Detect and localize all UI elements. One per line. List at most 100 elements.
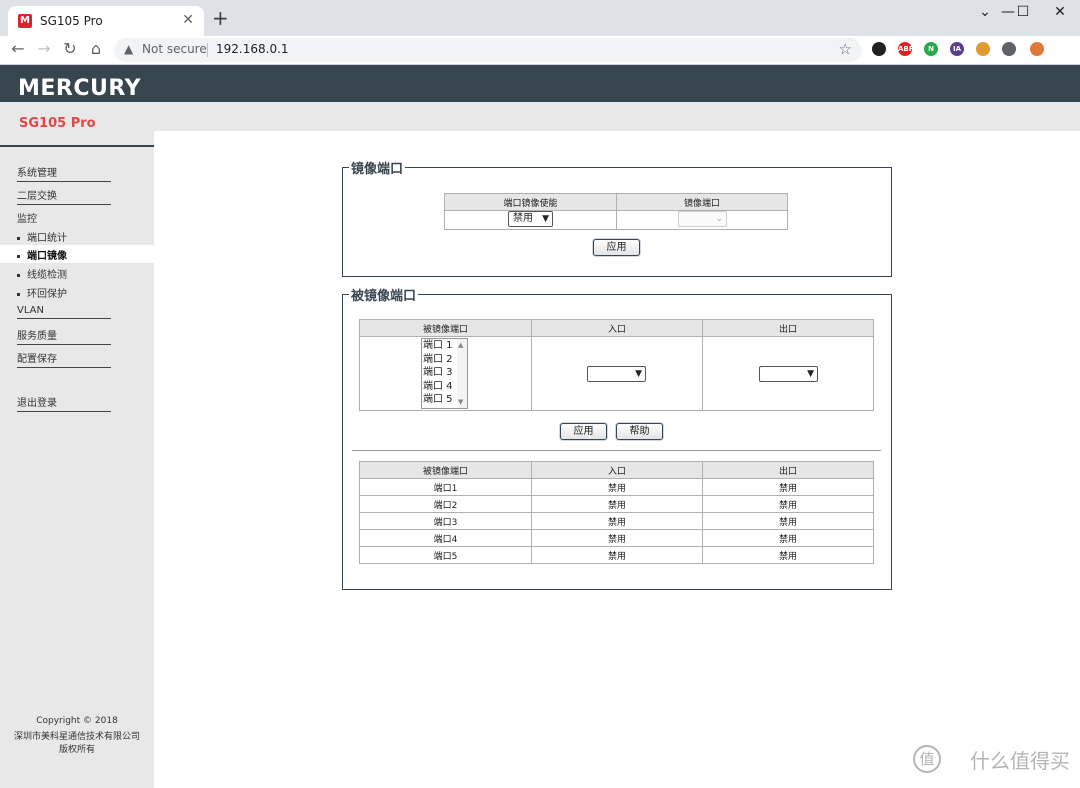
sidebar-item-monitor[interactable]: 监控 [17,210,37,225]
browser-tab-bar: M SG105 Pro ✕ + ⌄ — ☐ ✕ [0,0,1080,36]
ingress-select[interactable]: ▼ [587,366,646,382]
model-bar [0,102,1080,131]
close-window-icon[interactable]: ✕ [1045,4,1075,20]
model-name: SG105 Pro [19,116,96,131]
chevron-down-icon: ▼ [542,214,549,224]
sidebar-item-port-mirror[interactable]: 端口镜像 [17,247,67,262]
bullet-icon [17,292,20,296]
tab-favicon-icon: M [18,14,32,28]
separator [207,43,208,57]
mirror-port-table: 端口镜像使能 镜像端口 [444,193,788,230]
summary-egress-cell: 禁用 [702,546,874,564]
sidebar-item-l2-switching[interactable]: 二层交换 [17,187,111,205]
bullet-icon [17,273,20,277]
summary-col-ingress: 入口 [531,461,703,479]
scroll-down-icon[interactable]: ▼ [458,398,463,406]
sidebar-item-qos[interactable]: 服务质量 [17,327,111,345]
table-row: 端口5 禁用 禁用 [359,546,874,564]
summary-port-cell: 端口2 [359,495,532,513]
summary-egress-cell: 禁用 [702,512,874,530]
sidebar-divider [0,145,154,147]
watermark-logo-icon: 值 [913,745,941,773]
mirror-apply-button[interactable]: 应用 [593,239,640,256]
help-button[interactable]: 帮助 [616,423,663,440]
tab-title: SG105 Pro [40,14,103,28]
egress-select[interactable]: ▼ [759,366,818,382]
section-divider [352,450,881,451]
summary-ingress-cell: 禁用 [531,529,703,547]
warning-icon[interactable]: ▲ [124,42,133,56]
sidebar-item-cable-test[interactable]: 线缆检测 [17,266,67,281]
summary-ingress-cell: 禁用 [531,546,703,564]
mirror-port-select[interactable]: ⌄ [678,211,727,227]
summary-port-cell: 端口4 [359,529,532,547]
summary-ingress-cell: 禁用 [531,495,703,513]
col-mirror-port: 镜像端口 [616,193,788,211]
col-mirrored-port: 被镜像端口 [359,319,532,337]
col-mirror-enable: 端口镜像使能 [444,193,617,211]
browser-tab[interactable]: M SG105 Pro ✕ [8,6,204,36]
summary-body: 端口1 禁用 禁用 端口2 禁用 禁用 端口3 禁用 禁用 端口4 禁用 禁用 端口5 禁用 禁用 [359,478,874,564]
ext-ia-icon[interactable]: IA [950,42,964,56]
tab-close-icon[interactable]: ✕ [182,12,194,28]
copyright-line: Copyright © 2018 [36,716,118,726]
col-egress: 出口 [702,319,874,337]
summary-col-egress: 出口 [702,461,874,479]
sidebar-item-logout[interactable]: 退出登录 [17,394,111,412]
sidebar-item-system[interactable]: 系统管理 [17,164,111,182]
chevron-down-icon: ⌄ [715,214,723,224]
summary-egress-cell: 禁用 [702,495,874,513]
sidebar-item-label: 环回保护 [27,289,67,300]
table-row: 端口2 禁用 禁用 [359,495,874,513]
bullet-icon [17,236,20,240]
summary-col-port: 被镜像端口 [359,461,532,479]
url-text[interactable]: 192.168.0.1 [216,42,289,56]
sidebar-item-loop-protection[interactable]: 环回保护 [17,285,67,300]
mirror-enable-select[interactable]: 禁用 ▼ [508,211,553,227]
table-row: 端口1 禁用 禁用 [359,478,874,496]
sidebar-item-label: 端口统计 [27,233,67,244]
forward-icon[interactable]: → [34,39,54,58]
back-icon[interactable]: ← [8,39,28,58]
sidebar-item-vlan[interactable]: VLAN [17,305,111,319]
table-row: 端口3 禁用 禁用 [359,512,874,530]
ext-cookie-icon[interactable] [976,42,990,56]
watermark-text: 什么值得买 [970,749,1070,773]
bullet-icon [17,254,20,258]
sidebar-item-label: 线缆检测 [27,270,67,281]
mirror-summary-table: 被镜像端口 入口 出口 端口1 禁用 禁用 端口2 禁用 禁用 端口3 禁用 禁用 端口4 禁用 禁用… [359,461,874,564]
sidebar-item-save-config[interactable]: 配置保存 [17,350,111,368]
security-label[interactable]: Not secure [142,42,207,56]
sidebar-item-port-stats[interactable]: 端口统计 [17,229,67,244]
address-bar[interactable]: ▲ Not secure 192.168.0.1 ☆ [114,38,862,62]
bookmark-star-icon[interactable]: ☆ [839,40,852,58]
listbox-scrollbar[interactable]: ▲ ▼ [457,339,467,408]
adblock-plus-icon[interactable]: ABP [898,42,914,56]
maximize-icon[interactable]: ☐ [1008,4,1038,20]
summary-port-cell: 端口3 [359,512,532,530]
ext-n-icon[interactable]: N [924,42,938,56]
summary-port-cell: 端口1 [359,478,532,496]
new-tab-icon[interactable]: + [212,8,229,28]
mirrored-port-listbox[interactable]: 端口 1 端口 2 端口 3 端口 4 端口 5 ▲ ▼ [421,338,468,409]
copyright-company: 深圳市美科星通信技术有限公司 [13,732,140,742]
mercury-logo: MERCURY [18,76,142,101]
summary-port-cell: 端口5 [359,546,532,564]
mirrored-port-legend: 被镜像端口 [349,285,419,304]
copyright-rights: 版权所有 [58,745,95,755]
reload-icon[interactable]: ↻ [60,39,80,58]
sidebar-item-label: 端口镜像 [27,251,67,262]
scroll-up-icon[interactable]: ▲ [458,341,463,349]
ext-1-icon[interactable] [872,42,886,56]
home-icon[interactable]: ⌂ [86,39,106,58]
chevron-down-icon: ▼ [635,369,642,379]
table-row: 端口4 禁用 禁用 [359,529,874,547]
browser-toolbar: ← → ↻ ⌂ ▲ Not secure 192.168.0.1 ☆ [0,36,1080,65]
mirror-port-legend: 镜像端口 [349,158,406,177]
summary-ingress-cell: 禁用 [531,478,703,496]
summary-ingress-cell: 禁用 [531,512,703,530]
brand-bar [0,65,1080,102]
ext-squirrel-icon[interactable] [1030,42,1044,56]
extensions-puzzle-icon[interactable] [1002,42,1016,56]
mirrored-apply-button[interactable]: 应用 [560,423,607,440]
